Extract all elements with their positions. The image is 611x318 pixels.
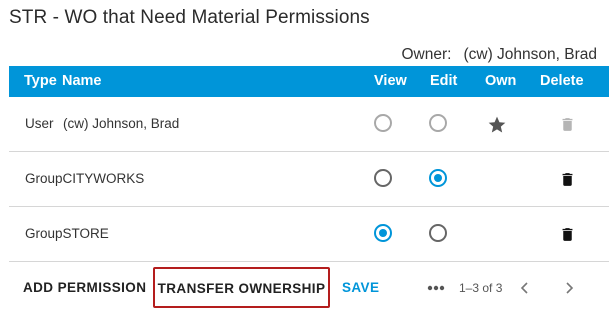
owner-value: (cw) Johnson, Brad xyxy=(463,46,597,63)
table-row: User (cw) Johnson, Brad xyxy=(9,97,609,152)
column-header-delete: Delete xyxy=(540,73,584,89)
edit-radio xyxy=(429,114,447,132)
row-name: GroupSTORE xyxy=(25,226,109,241)
column-header-edit: Edit xyxy=(430,73,458,89)
star-icon xyxy=(488,116,506,133)
view-radio xyxy=(374,114,392,132)
edit-radio[interactable] xyxy=(429,224,447,242)
table-row: GroupCITYWORKS xyxy=(9,152,609,207)
column-header-name: Name xyxy=(62,73,102,89)
view-radio[interactable] xyxy=(374,224,392,242)
table-row: GroupSTORE xyxy=(9,207,609,262)
column-header-own: Own xyxy=(485,73,517,89)
add-permission-button[interactable]: ADD PERMISSION xyxy=(23,280,146,295)
view-radio[interactable] xyxy=(374,169,392,187)
chevron-right-icon[interactable] xyxy=(562,280,576,296)
pagination-label: 1–3 of 3 xyxy=(459,281,503,295)
trash-icon xyxy=(562,118,573,131)
column-header-type: Type xyxy=(24,73,57,89)
chevron-left-icon[interactable] xyxy=(518,280,532,296)
table-header: Type Name View Edit Own Delete xyxy=(9,66,609,97)
row-name: GroupCITYWORKS xyxy=(25,171,145,186)
more-horizontal-icon[interactable] xyxy=(427,285,445,291)
save-button[interactable]: SAVE xyxy=(342,280,379,295)
row-name: (cw) Johnson, Brad xyxy=(63,116,180,131)
trash-icon[interactable] xyxy=(559,224,576,245)
dialog-footer: ADD PERMISSION TRANSFER OWNERSHIP SAVE 1… xyxy=(0,258,611,318)
transfer-ownership-button[interactable]: TRANSFER OWNERSHIP xyxy=(153,267,330,308)
row-type: User xyxy=(25,116,54,131)
column-header-view: View xyxy=(374,73,407,89)
owner-label: Owner: xyxy=(401,46,452,63)
owner-info: Owner: (cw) Johnson, Brad xyxy=(402,46,598,64)
page-title: STR - WO that Need Material Permissions xyxy=(9,7,370,28)
permissions-table: Type Name View Edit Own Delete User (cw)… xyxy=(9,66,609,262)
edit-radio[interactable] xyxy=(429,169,447,187)
trash-icon[interactable] xyxy=(559,169,576,190)
